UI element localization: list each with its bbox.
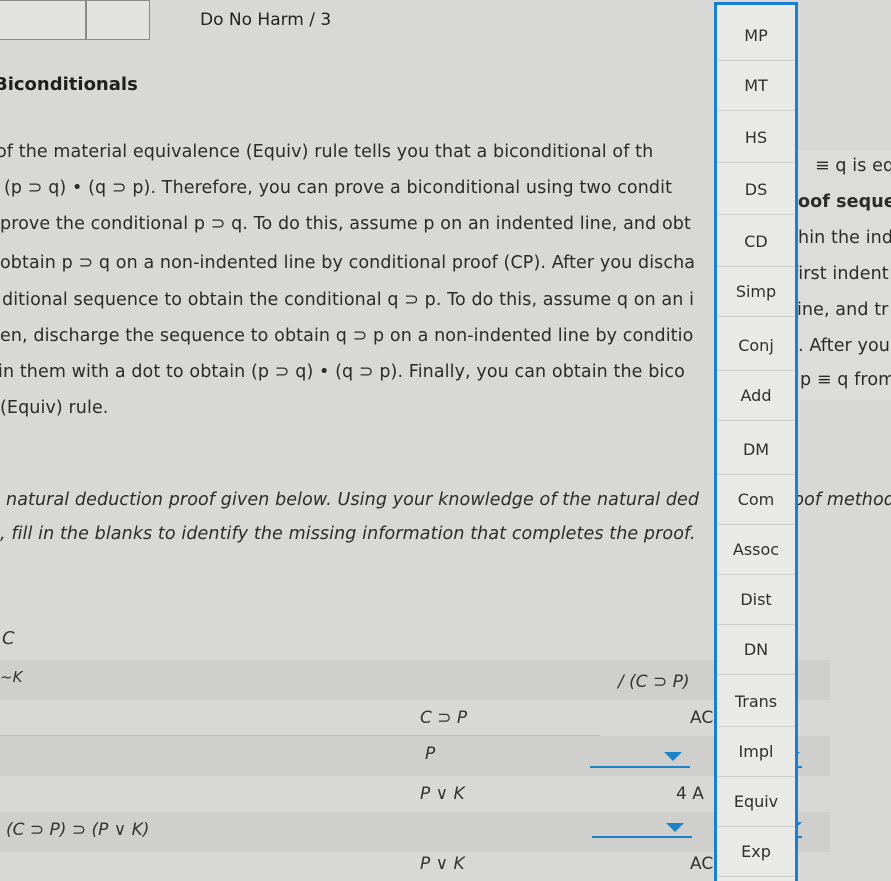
proof-line-formula: P ∨ K [420,854,465,874]
premise-k: ~K [0,668,23,686]
proof-line-justification: AC [690,854,714,874]
instruction-fragment: line, and tr [792,300,889,320]
rule-option-cd[interactable]: CD [717,217,795,267]
proof-line-justification: AC [690,708,714,728]
instruction-fragment: . After you [798,336,890,356]
rule-option-assoc[interactable]: Assoc [717,525,795,575]
instruction-line: of the material equivalence (Equiv) rule… [0,142,654,162]
instruction-line: prove the conditional p ⊃ q. To do this,… [0,214,691,234]
instruction-fragment: oof seque [798,192,891,212]
proof-line-formula: C ⊃ P [420,708,468,728]
proof-conclusion: / (C ⊃ P) [618,672,690,692]
breadcrumb[interactable]: Do No Harm / 3 [200,10,331,30]
rule-picker-panel[interactable]: MP MT HS DS CD Simp Conj Add DM Com Assoc Dist DN Tra… [714,2,798,881]
instruction-fragment: ≡ q is equ [815,156,891,176]
chevron-down-icon[interactable] [666,823,684,832]
proof-line-formula: P [425,744,436,764]
rule-option-ds[interactable]: DS [717,165,795,215]
instruction-fragment: hin the ind [798,228,891,248]
proof-row-shade [0,736,830,776]
instruction-fragment: p ≡ q from [800,370,891,390]
header-placeholder-boxes [0,0,150,42]
proof-line-justification: 4 A [676,784,704,804]
rule-option-equiv[interactable]: Equiv [717,777,795,827]
rule-option-impl[interactable]: Impl [717,727,795,777]
instruction-line: in them with a dot to obtain (p ⊃ q) • (… [0,362,685,382]
instruction-line: (p ⊃ q) • (q ⊃ p). Therefore, you can pr… [4,178,673,198]
rule-option-simp[interactable]: Simp [717,267,795,317]
rule-option-hs[interactable]: HS [717,113,795,163]
rule-option-com[interactable]: Com [717,475,795,525]
rule-option-dn[interactable]: DN [717,625,795,675]
proof-line-formula: P ∨ K [420,784,465,804]
rule-option-trans[interactable]: Trans [717,677,795,727]
dropdown-underline[interactable] [590,766,690,768]
instruction-line: (Equiv) rule. [0,398,109,418]
instruction-line: ditional sequence to obtain the conditio… [2,290,695,310]
instruction-fragment: first indent [792,264,889,284]
rule-option-mp[interactable]: MP [717,11,795,61]
rule-option-dist[interactable]: Dist [717,575,795,625]
premise-c: C [2,628,15,649]
proof-line-formula: (C ⊃ P) ⊃ (P ∨ K) [6,820,150,840]
dropdown-underline[interactable] [592,836,692,838]
header-box [0,0,86,40]
rule-option-exp[interactable]: Exp [717,827,795,877]
rule-option-conj[interactable]: Conj [717,321,795,371]
rule-option-mt[interactable]: MT [717,61,795,111]
chevron-down-icon[interactable] [664,752,682,761]
rule-option-dm[interactable]: DM [717,425,795,475]
task-prompt-line: , fill in the blanks to identify the mis… [0,524,696,544]
rule-option-add[interactable]: Add [717,371,795,421]
task-prompt-line: natural deduction proof given below. Usi… [6,490,700,510]
task-prompt-fragment: roof method [786,490,891,510]
section-title: Biconditionals [0,74,138,95]
instruction-line: en, discharge the sequence to obtain q ⊃… [0,326,694,346]
header-box [86,0,150,40]
proof-row-shade [0,660,830,700]
instruction-line: obtain p ⊃ q on a non-indented line by c… [0,253,696,273]
